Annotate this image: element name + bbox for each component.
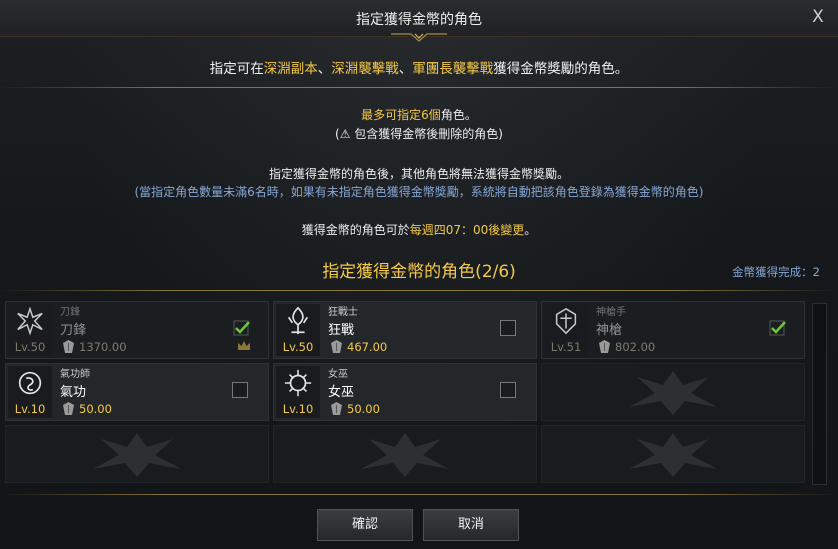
intro-suffix: 獲得金幣獎勵的角色。	[493, 61, 629, 77]
character-name: 刀鋒	[60, 323, 87, 338]
intro-prefix: 指定可在	[209, 61, 264, 77]
item-level: 802.00	[615, 340, 656, 354]
item-level: 467.00	[347, 340, 388, 354]
max-count-text: 最多可指定6個角色。	[0, 106, 838, 123]
rule-line-2: (當指定角色數量未滿6名時，如果有未指定角色獲得金幣獎勵，系統將自動把該角色登錄…	[134, 185, 704, 199]
change-suffix: 。	[524, 223, 537, 237]
close-button[interactable]: X	[808, 7, 828, 27]
scrollbar[interactable]	[812, 303, 827, 485]
character-slot[interactable]: Lv.50 刀鋒 刀鋒 1370.00	[5, 301, 269, 359]
item-level-icon	[599, 340, 610, 353]
intro-separator: 、	[317, 61, 332, 77]
item-level: 50.00	[79, 402, 112, 416]
class-icon-box: Lv.10	[8, 366, 52, 418]
change-time: 每週四07：00後變更	[409, 223, 525, 237]
item-level-icon	[331, 340, 342, 353]
section-title: 指定獲得金幣的角色(2/6)	[322, 262, 516, 282]
content-legion-raid: 軍團長襲擊戰	[412, 61, 494, 77]
title-ornament-icon	[391, 33, 447, 42]
character-name: 狂戰	[328, 323, 355, 338]
character-level: Lv.51	[550, 340, 582, 354]
item-level: 50.00	[347, 402, 380, 416]
assign-checkbox[interactable]	[500, 320, 516, 336]
item-level-icon	[63, 402, 74, 415]
max-suffix: 角色。	[440, 108, 477, 122]
confirm-button[interactable]: 確認	[317, 509, 413, 541]
checkmark-icon	[233, 320, 250, 336]
character-slot[interactable]: Lv.10 女巫 女巫 50.00	[273, 363, 537, 421]
class-emblem-icon	[17, 306, 43, 336]
change-prefix: 獲得金幣的角色可於	[301, 223, 410, 237]
emblem-watermark-icon	[629, 371, 717, 415]
divider	[0, 290, 838, 291]
intro-separator: 、	[398, 61, 413, 77]
class-name: 氣功師	[60, 369, 90, 380]
gold-earning-character-dialog: 指定獲得金幣的角色 X 指定可在深淵副本、深淵襲擊戰、軍團長襲擊戰獲得金幣獎勵的…	[0, 0, 838, 549]
class-emblem-icon	[287, 306, 309, 335]
empty-character-slot	[5, 425, 269, 483]
gold-completed-count: 金幣獲得完成：2	[732, 265, 820, 279]
empty-character-slot	[541, 425, 805, 483]
character-level: Lv.10	[14, 402, 46, 416]
deleted-characters-note: (⚠ 包含獲得金幣後刪除的角色)	[335, 127, 503, 141]
character-name: 氣功	[60, 385, 87, 400]
class-name: 刀鋒	[60, 307, 80, 318]
class-icon-box: Lv.10	[276, 366, 320, 418]
class-name: 狂戰士	[328, 307, 358, 318]
item-level-icon	[331, 402, 342, 415]
divider	[0, 87, 838, 88]
class-icon-box: Lv.51	[544, 304, 588, 356]
content-abyss-dungeon: 深淵副本	[263, 61, 318, 77]
empty-character-slot	[541, 363, 805, 421]
character-slot[interactable]: Lv.50 狂戰士狂戰 467.00	[273, 301, 537, 359]
divider	[0, 494, 838, 495]
max-prefix: 最多可指定	[361, 108, 422, 122]
item-level: 1370.00	[79, 340, 127, 354]
item-level-icon	[63, 340, 74, 353]
assign-checkbox[interactable]	[232, 382, 248, 398]
dialog-title: 指定獲得金幣的角色	[356, 12, 482, 28]
cancel-button[interactable]: 取消	[423, 509, 519, 541]
class-icon-box: Lv.50	[8, 304, 52, 356]
rule-line-1: 指定獲得金幣的角色後，其他角色將無法獲得金幣獎勵。	[268, 167, 569, 181]
character-slot[interactable]: Lv.51 神槍手神槍 802.00	[541, 301, 805, 359]
checkmark-icon	[769, 320, 786, 336]
class-name: 神槍手	[596, 307, 626, 318]
emblem-watermark-icon	[629, 433, 717, 477]
emblem-watermark-icon	[361, 433, 449, 477]
character-level: Lv.50	[282, 340, 314, 354]
emblem-watermark-icon	[93, 433, 181, 477]
class-name: 女巫	[328, 369, 348, 380]
content-abyss-raid: 深淵襲擊戰	[331, 61, 399, 77]
crown-icon	[238, 341, 250, 350]
empty-character-slot	[273, 425, 537, 483]
class-emblem-icon	[18, 371, 42, 395]
change-time-text: 獲得金幣的角色可於每週四07：00後變更。	[0, 221, 838, 238]
class-icon-box: Lv.50	[276, 304, 320, 356]
character-name: 女巫	[328, 385, 355, 400]
character-slot[interactable]: Lv.10 氣功師氣功 50.00	[5, 363, 269, 421]
character-level: Lv.10	[282, 402, 314, 416]
character-name: 神槍	[596, 323, 623, 338]
class-emblem-icon	[284, 369, 312, 397]
assign-checkbox[interactable]	[500, 382, 516, 398]
character-grid: Lv.50 刀鋒 刀鋒 1370.00 Lv.50 狂戰士 狂戰 467.00 Lv.51 神槍手…	[5, 301, 806, 486]
intro-text: 指定可在深淵副本、深淵襲擊戰、軍團長襲擊戰獲得金幣獎勵的角色。	[0, 57, 838, 77]
class-emblem-icon	[555, 307, 577, 335]
character-level: Lv.50	[14, 340, 46, 354]
max-count: 6個	[421, 108, 441, 122]
